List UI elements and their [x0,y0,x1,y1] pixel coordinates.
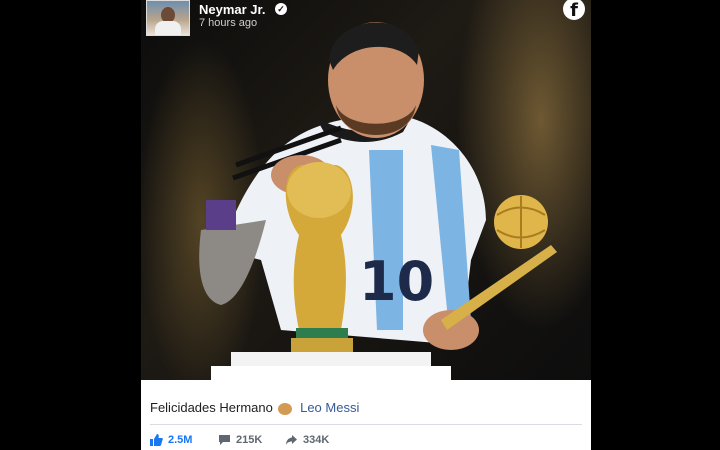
share-arrow-icon [286,435,297,446]
photo-illustration: 10 [199,22,557,382]
post-footer: Felicidades Hermano Leo Messi 2.5M 215K … [141,380,591,450]
thumbs-up-icon [150,434,163,447]
likes-count[interactable]: 2.5M [150,434,192,447]
shares-count[interactable]: 334K [285,434,329,446]
jersey-number: 10 [359,250,434,313]
caption-text: Felicidades Hermano [150,400,273,415]
clapping-emoji-icon [278,402,293,415]
post-caption: Felicidades Hermano Leo Messi [150,400,359,415]
mention-link[interactable]: Leo Messi [300,400,359,415]
post-timestamp[interactable]: 7 hours ago [199,17,257,29]
post-photo[interactable]: 10 [141,0,591,382]
verified-badge-icon: ✓ [275,3,287,15]
facebook-post: 10 Neymar Jr. ✓ 7 hours ago f Felicidade… [141,0,591,450]
divider [150,424,582,425]
post-header: Neymar Jr. ✓ 7 hours ago f [141,0,591,40]
comment-icon [219,435,230,446]
facebook-logo-icon: f [563,0,585,21]
comments-count[interactable]: 215K [218,434,262,446]
author-name[interactable]: Neymar Jr. [199,2,266,17]
author-avatar[interactable] [146,0,190,36]
